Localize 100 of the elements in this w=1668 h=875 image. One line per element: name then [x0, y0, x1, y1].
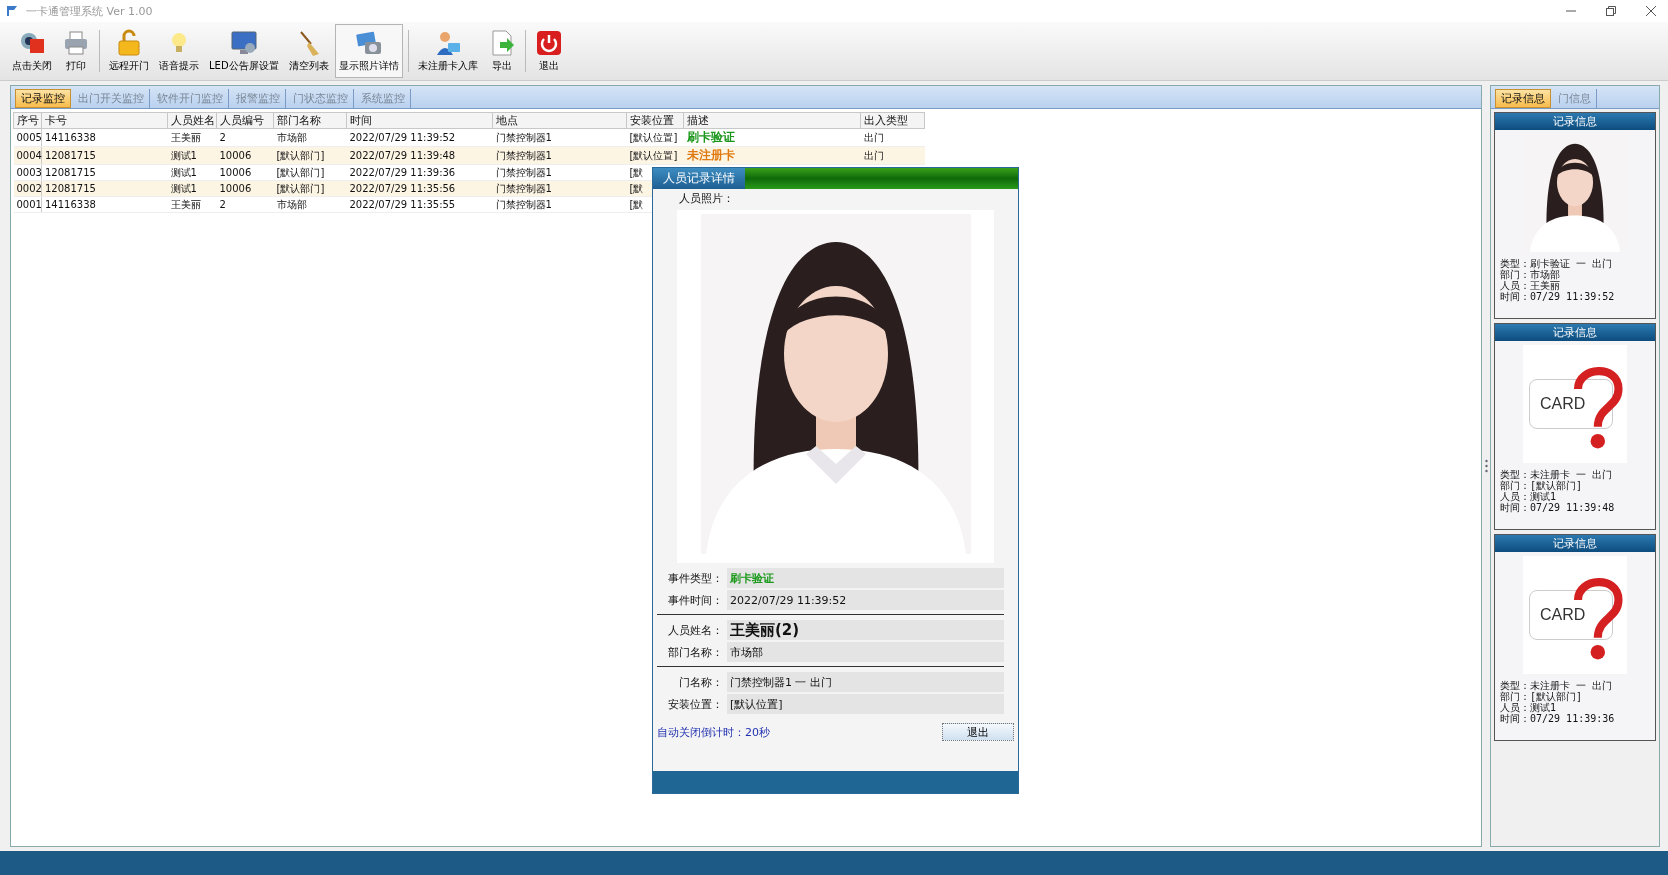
- field-value: 刷卡验证: [727, 568, 1004, 588]
- toolbar-button[interactable]: 语音提示: [155, 24, 203, 78]
- column-header[interactable]: 卡号: [41, 112, 168, 129]
- table-cell: 2022/07/29 11:39:52: [346, 128, 493, 147]
- dialog-title: 人员记录详情: [653, 168, 745, 189]
- table-cell: 刷卡验证: [686, 130, 735, 144]
- table-cell: 测试1: [167, 164, 217, 181]
- toolbar-button[interactable]: 清空列表: [284, 24, 333, 78]
- table-cell: 测试1: [167, 180, 217, 197]
- table-cell: 出门: [860, 146, 925, 165]
- window-title: 一卡通管理系统 Ver 1.00: [26, 3, 153, 19]
- field-label: 门名称：: [678, 674, 723, 690]
- field-value: [默认位置]: [727, 694, 1004, 714]
- table-cell: 2: [216, 128, 274, 147]
- table-cell: 2022/07/29 11:39:36: [346, 164, 493, 181]
- tab[interactable]: 记录监控: [15, 89, 71, 108]
- close-icon[interactable]: [1646, 6, 1656, 16]
- power-icon: [534, 29, 563, 57]
- table-cell: 2022/07/29 11:35:56: [346, 180, 493, 197]
- table-cell: 出门: [860, 128, 925, 147]
- table-cell: 0001: [13, 196, 42, 213]
- column-header[interactable]: 地点: [492, 112, 627, 129]
- table-cell: 10006: [216, 180, 274, 197]
- table-cell: 2: [216, 196, 274, 213]
- table-cell: 14116338: [41, 128, 168, 147]
- table-cell: [默认位置]: [626, 128, 684, 147]
- record-detail: 时间：07/29 11:39:36: [1500, 713, 1616, 724]
- record-detail: 人员：测试1: [1500, 491, 1557, 502]
- table-cell: 12081715: [41, 180, 168, 197]
- field-label: 部门名称：: [667, 644, 723, 660]
- table-cell: 2022/07/29 11:35:55: [346, 196, 493, 213]
- table-cell: 12081715: [41, 164, 168, 181]
- card-label: CARD: [1540, 395, 1586, 413]
- table-cell: [默认部门]: [273, 180, 347, 197]
- record-detail: 人员：测试1: [1500, 702, 1557, 713]
- column-header[interactable]: 序号: [13, 112, 42, 129]
- column-header[interactable]: 安装位置: [626, 112, 684, 129]
- field-value: 门禁控制器1 一 出门: [727, 672, 1004, 692]
- padlock-icon: [115, 29, 143, 57]
- table-cell: 王美丽: [167, 128, 217, 147]
- table-cell: 10006: [216, 164, 274, 181]
- table-cell: 0002: [13, 180, 42, 197]
- toolbar-button[interactable]: 点击关闭: [8, 24, 56, 78]
- printer-icon: [62, 29, 90, 57]
- table-cell: 0005: [13, 128, 42, 147]
- column-header[interactable]: 描述: [683, 112, 861, 129]
- toolbar-button[interactable]: LED公告屏设置: [205, 24, 283, 78]
- app-icon: [6, 5, 20, 17]
- table-cell: 14116338: [41, 196, 168, 213]
- table-cell: 0004: [13, 146, 42, 165]
- table-cell: 市场部: [273, 196, 347, 213]
- table-cell: 10006: [216, 146, 274, 165]
- table-cell: 门禁控制器1: [492, 146, 627, 165]
- tab[interactable]: 记录信息: [1495, 89, 1551, 108]
- countdown-text: 自动关闭倒计时：20秒: [657, 724, 770, 740]
- record-detail: 部门：[默认部门]: [1500, 691, 1584, 702]
- table-cell: 王美丽: [167, 196, 217, 213]
- record-detail: 部门：[默认部门]: [1500, 480, 1584, 491]
- exit-button[interactable]: 退出: [942, 723, 1014, 741]
- splitter-grip-icon[interactable]: [1484, 459, 1488, 473]
- toolbar-button[interactable]: 导出: [483, 24, 520, 78]
- table-cell: 0003: [13, 164, 42, 181]
- toolbar-button[interactable]: 显示照片详情: [334, 24, 403, 78]
- toolbar-button[interactable]: 未注册卡入库: [413, 24, 482, 78]
- toolbar-button[interactable]: 打印: [58, 24, 94, 78]
- table-cell: 2022/07/29 11:39:48: [346, 146, 493, 165]
- table-cell: 测试1: [167, 146, 217, 165]
- table-cell: 门禁控制器1: [492, 196, 627, 213]
- card-label: CARD: [1540, 606, 1586, 624]
- field-label: 安装位置：: [667, 696, 723, 712]
- record-detail: 人员：王美丽: [1500, 280, 1561, 291]
- record-detail: 时间：07/29 11:39:48: [1500, 502, 1616, 513]
- card-header: 记录信息: [1495, 113, 1655, 130]
- column-header[interactable]: 时间: [346, 112, 493, 129]
- table-cell: [默认位置]: [626, 146, 684, 165]
- column-header[interactable]: 人员姓名: [167, 112, 217, 129]
- column-header[interactable]: 部门名称: [273, 112, 347, 129]
- field-label: 人员姓名：: [667, 622, 723, 638]
- field-label: 事件类型：: [667, 570, 723, 586]
- toolbar-button[interactable]: 远程开门: [105, 24, 153, 78]
- column-header[interactable]: 人员编号: [216, 112, 274, 129]
- camera-icon: [354, 29, 383, 57]
- field-value: 市场部: [727, 642, 1004, 662]
- record-detail: 部门：市场部: [1500, 269, 1560, 280]
- table-cell: 门禁控制器1: [492, 164, 627, 181]
- table-cell: [默认部门]: [273, 164, 347, 181]
- record-detail: 类型：未注册卡 一 出门: [1500, 680, 1614, 691]
- table-cell: 市场部: [273, 128, 347, 147]
- record-detail: 时间：07/29 11:39:52: [1500, 291, 1616, 302]
- toolbar-button[interactable]: 退出: [530, 24, 567, 78]
- record-detail: 类型：未注册卡 一 出门: [1500, 469, 1614, 480]
- record-detail: 类型：刷卡验证 一 出门: [1500, 258, 1614, 269]
- table-cell: 门禁控制器1: [492, 180, 627, 197]
- table-cell: 12081715: [41, 146, 168, 165]
- field-label: 事件时间：: [667, 592, 723, 608]
- column-header[interactable]: 出入类型: [860, 112, 925, 129]
- card-header: 记录信息: [1495, 535, 1655, 552]
- table-cell: 未注册卡: [686, 148, 735, 162]
- table-cell: 门禁控制器1: [492, 128, 627, 147]
- restore-icon[interactable]: [1606, 6, 1616, 16]
